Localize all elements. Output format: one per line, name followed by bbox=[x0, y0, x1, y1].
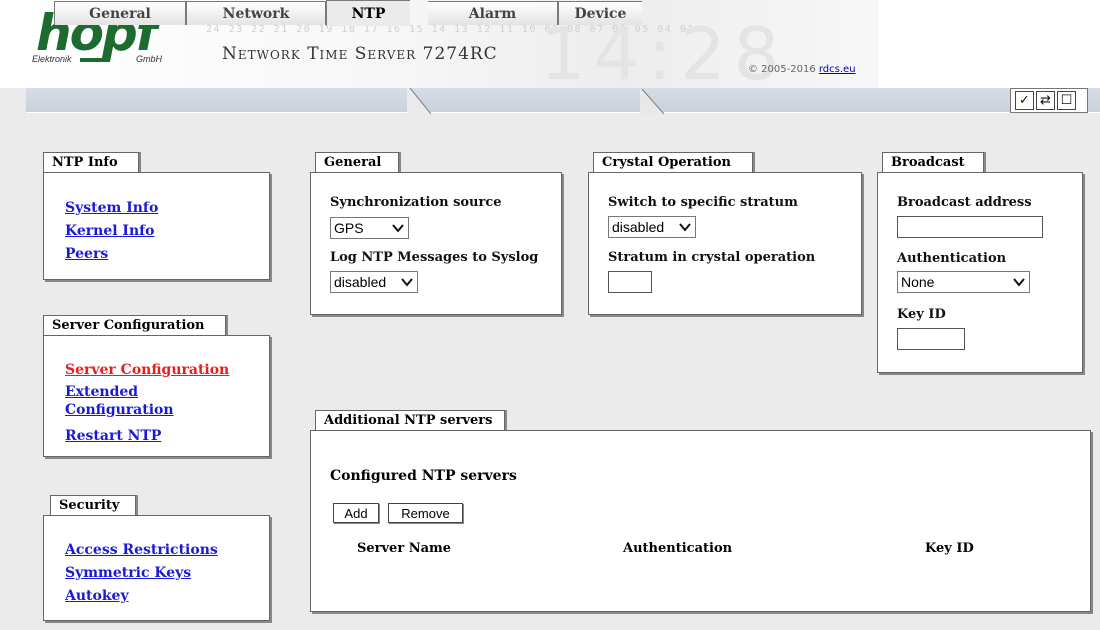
security-panel: Access Restrictions Symmetric Keys Autok… bbox=[43, 515, 270, 621]
configured-servers-heading: Configured NTP servers bbox=[330, 468, 517, 484]
column-authentication: Authentication bbox=[623, 541, 733, 556]
link-access-restrictions[interactable]: Access Restrictions bbox=[65, 540, 218, 560]
additional-servers-panel: Configured NTP servers Add Remove Server… bbox=[310, 430, 1091, 612]
ntp-info-tab: NTP Info bbox=[43, 152, 139, 173]
logo-left: Elektronik bbox=[32, 54, 72, 64]
stratum-crystal-input[interactable] bbox=[608, 271, 652, 293]
log-syslog-select[interactable]: disabled bbox=[330, 271, 418, 293]
server-config-tab: Server Configuration bbox=[43, 315, 226, 336]
copyright: © 2005-2016 rdcs.eu bbox=[748, 64, 856, 75]
tab-ntp[interactable]: NTP bbox=[326, 0, 410, 26]
broadcast-auth-label: Authentication bbox=[897, 251, 1007, 266]
link-extended-configuration[interactable]: Extended Configuration bbox=[65, 383, 185, 419]
link-server-configuration[interactable]: Server Configuration bbox=[65, 360, 229, 380]
column-server-name: Server Name bbox=[357, 541, 452, 556]
broadcast-auth-value: None bbox=[901, 274, 935, 290]
chevron-down-icon bbox=[392, 224, 404, 233]
ntp-info-panel: System Info Kernel Info Peers bbox=[43, 172, 270, 280]
stratum-crystal-label: Stratum in crystal operation bbox=[608, 250, 816, 265]
tab-label: NTP bbox=[351, 5, 386, 22]
link-system-info[interactable]: System Info bbox=[65, 198, 158, 218]
crystal-tab: Crystal Operation bbox=[593, 152, 753, 173]
broadcast-tab: Broadcast bbox=[882, 152, 984, 173]
chevron-down-icon bbox=[1013, 278, 1025, 287]
main-tabbar bbox=[26, 88, 1100, 113]
broadcast-address-label: Broadcast address bbox=[897, 195, 1032, 210]
tab-label: Device bbox=[574, 5, 627, 22]
broadcast-auth-select[interactable]: None bbox=[897, 271, 1030, 293]
add-server-button[interactable]: Add bbox=[333, 503, 379, 523]
additional-servers-tab: Additional NTP servers bbox=[315, 410, 505, 431]
tab-ntp-corner bbox=[407, 88, 431, 114]
product-title: Network Time Server 7274RC bbox=[222, 44, 498, 64]
general-tab: General bbox=[315, 152, 399, 173]
security-tab: Security bbox=[50, 495, 136, 516]
tab-general[interactable]: General bbox=[54, 1, 186, 25]
log-syslog-label: Log NTP Messages to Syslog bbox=[330, 250, 539, 265]
general-panel: Synchronization source GPS Log NTP Messa… bbox=[310, 172, 562, 315]
window-icon[interactable]: ☐ bbox=[1057, 91, 1076, 110]
tab-label: Alarm bbox=[468, 5, 517, 22]
column-key-id: Key ID bbox=[925, 541, 974, 556]
sync-source-value: GPS bbox=[334, 220, 364, 236]
link-restart-ntp[interactable]: Restart NTP bbox=[65, 426, 161, 446]
copyright-link[interactable]: rdcs.eu bbox=[819, 64, 856, 75]
tab-label: Network bbox=[222, 5, 290, 22]
sync-source-label: Synchronization source bbox=[330, 195, 502, 210]
server-config-panel: Server Configuration Extended Configurat… bbox=[43, 335, 270, 457]
tab-network[interactable]: Network bbox=[186, 1, 326, 25]
copyright-text: © 2005-2016 bbox=[748, 64, 819, 75]
link-peers[interactable]: Peers bbox=[65, 244, 108, 264]
link-symmetric-keys[interactable]: Symmetric Keys bbox=[65, 563, 191, 583]
header-watermark-clock: 14:28 bbox=[540, 12, 788, 96]
switch-stratum-select[interactable]: disabled bbox=[608, 216, 696, 238]
tab-label: General bbox=[89, 5, 151, 22]
window-tools: ✓ ⇄ ☐ bbox=[1010, 88, 1088, 113]
logo-right: GmbH bbox=[135, 54, 162, 64]
link-autokey[interactable]: Autokey bbox=[65, 586, 129, 606]
check-icon[interactable]: ✓ bbox=[1015, 91, 1034, 110]
remove-server-button[interactable]: Remove bbox=[388, 503, 463, 523]
tab-alarm[interactable]: Alarm bbox=[428, 1, 558, 25]
tab-device[interactable]: Device bbox=[558, 1, 642, 25]
log-syslog-value: disabled bbox=[334, 274, 387, 290]
broadcast-keyid-input[interactable] bbox=[897, 328, 965, 350]
sync-source-select[interactable]: GPS bbox=[330, 217, 409, 239]
chevron-down-icon bbox=[679, 223, 691, 232]
switch-stratum-value: disabled bbox=[612, 219, 665, 235]
logo-subtitle: Elektronik GmbH bbox=[32, 54, 162, 64]
refresh-icon[interactable]: ⇄ bbox=[1036, 91, 1055, 110]
tab-device-corner bbox=[640, 89, 664, 114]
link-kernel-info[interactable]: Kernel Info bbox=[65, 221, 155, 241]
switch-stratum-label: Switch to specific stratum bbox=[608, 195, 798, 210]
crystal-panel: Switch to specific stratum disabled Stra… bbox=[588, 172, 862, 315]
broadcast-address-input[interactable] bbox=[897, 216, 1043, 238]
broadcast-keyid-label: Key ID bbox=[897, 307, 946, 322]
broadcast-panel: Broadcast address Authentication None Ke… bbox=[877, 172, 1083, 373]
chevron-down-icon bbox=[401, 278, 413, 287]
